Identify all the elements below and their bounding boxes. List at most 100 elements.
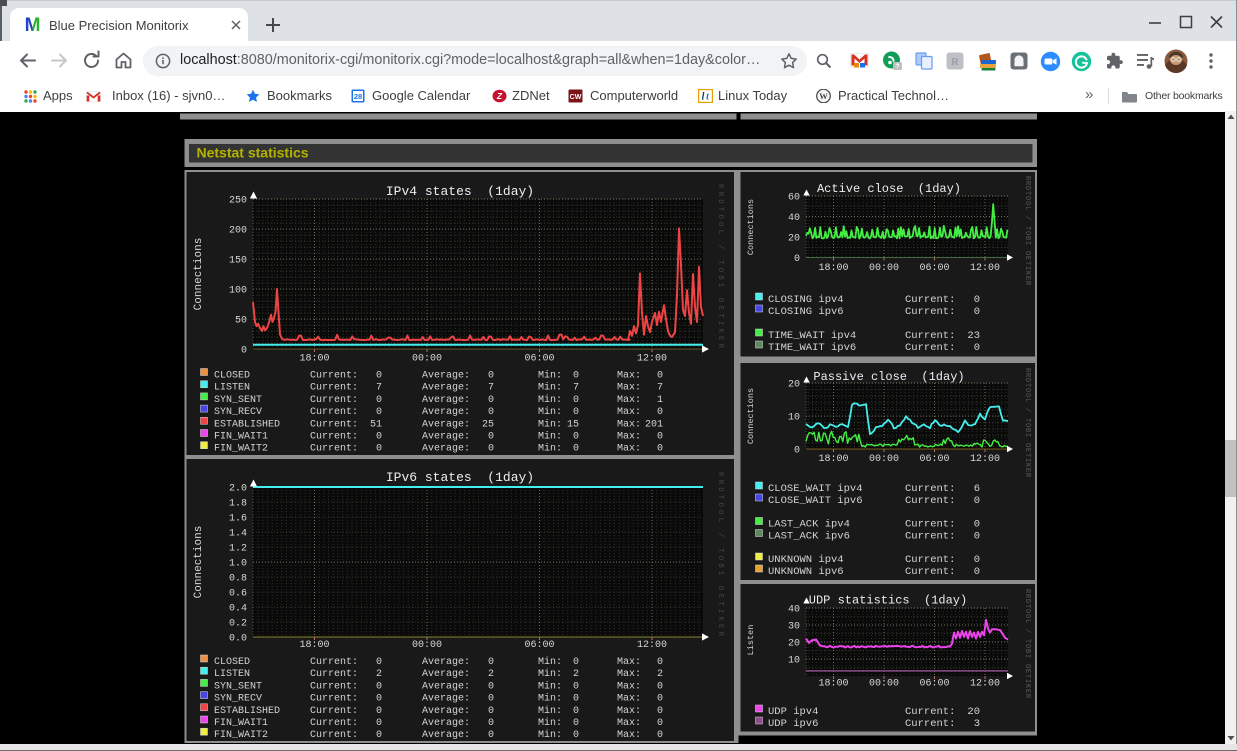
svg-text:1: 1 [657,395,663,406]
svg-text:Current:: Current: [905,554,955,566]
svg-text:LAST_ACK ipv4: LAST_ACK ipv4 [768,519,850,531]
svg-text:Max:: Max: [617,730,641,741]
svg-text:0: 0 [573,371,579,382]
svg-text:Connections: Connections [746,199,756,255]
svg-text:40: 40 [788,605,800,616]
svg-text:Current:: Current: [905,342,955,354]
svg-text:Max:: Max: [617,395,641,406]
svg-text:12:00: 12:00 [970,679,1000,690]
svg-text:0.4: 0.4 [229,604,247,615]
svg-text:0: 0 [657,730,663,741]
svg-text:Min:: Min: [538,705,562,717]
svg-text:0: 0 [376,371,382,382]
svg-text:Min:: Min: [538,431,562,443]
svg-text:Average:: Average: [422,657,470,668]
svg-text:1.4: 1.4 [229,529,247,540]
svg-text:30: 30 [788,622,800,633]
svg-text:RRDTOOL / TOBI OETIKER: RRDTOOL / TOBI OETIKER [716,472,724,639]
svg-text:20: 20 [788,380,800,391]
svg-text:Average:: Average: [422,730,470,741]
svg-text:LISTEN: LISTEN [214,669,250,680]
svg-text:0: 0 [974,342,980,354]
svg-text:FIN_WAIT1: FIN_WAIT1 [214,432,268,443]
svg-text:0: 0 [657,432,663,443]
svg-text:l: l [702,92,705,103]
svg-text:Min:: Min: [538,717,562,729]
svg-text:Current:: Current: [310,694,358,705]
svg-text:Max:: Max: [617,419,641,430]
svg-text:SYN_SENT: SYN_SENT [214,395,262,406]
svg-text:W: W [819,91,828,101]
svg-text:100: 100 [229,286,247,297]
svg-text:0: 0 [488,395,494,406]
svg-text:0: 0 [376,681,382,692]
svg-text:Min:: Min: [538,406,562,418]
svg-text:Current:: Current: [310,371,358,382]
svg-text:CW: CW [570,94,582,101]
svg-text:Connections: Connections [193,238,205,311]
svg-text:Current:: Current: [905,531,955,543]
svg-text:SYN_RECV: SYN_RECV [214,407,262,418]
svg-text:0: 0 [974,519,980,531]
svg-text:50: 50 [235,316,247,327]
svg-text:CLOSE_WAIT ipv4: CLOSE_WAIT ipv4 [768,483,863,495]
svg-text:0: 0 [241,346,247,357]
svg-text:2.0: 2.0 [229,484,247,495]
svg-text:Max:: Max: [617,371,641,382]
svg-text:RRDTOOL / TOBI OETIKER: RRDTOOL / TOBI OETIKER [1023,589,1031,699]
svg-text:06:00: 06:00 [919,454,949,465]
svg-text:20: 20 [967,706,980,718]
svg-text:0: 0 [657,444,663,455]
svg-text:Average:: Average: [422,432,470,443]
svg-text:Current:: Current: [310,432,358,443]
svg-text:UDP ipv6: UDP ipv6 [768,718,818,730]
svg-text:00:00: 00:00 [869,454,899,465]
svg-text:06:00: 06:00 [919,263,949,274]
svg-text:0: 0 [488,371,494,382]
svg-text:Max:: Max: [617,718,641,729]
svg-text:12:00: 12:00 [970,454,1000,465]
svg-text:LISTEN: LISTEN [214,383,250,394]
svg-text:Average:: Average: [422,395,470,406]
svg-text:Average:: Average: [422,706,470,717]
svg-text:1.0: 1.0 [229,559,247,570]
svg-text:15: 15 [567,419,579,430]
svg-text:23: 23 [967,330,980,342]
svg-text:Netstat statistics: Netstat statistics [197,145,309,161]
svg-text:0: 0 [573,706,579,717]
svg-text:0: 0 [573,718,579,729]
svg-text:0: 0 [488,694,494,705]
svg-text:Current:: Current: [905,519,955,531]
svg-text:1.8: 1.8 [229,499,247,510]
svg-text:ESTABLISHED: ESTABLISHED [214,419,280,430]
svg-text:1.6: 1.6 [229,514,247,525]
svg-text:TIME_WAIT ipv4: TIME_WAIT ipv4 [768,330,856,342]
svg-text:Active close (1day): Active close (1day) [817,182,961,196]
svg-text:Max:: Max: [617,694,641,705]
svg-text:2: 2 [573,669,579,680]
svg-text:Min:: Min: [538,693,562,705]
svg-text:60: 60 [788,193,800,204]
svg-text:Min:: Min: [538,382,562,394]
svg-text:Average:: Average: [422,371,470,382]
svg-text:0: 0 [376,706,382,717]
svg-text:0: 0 [573,730,579,741]
svg-text:Max:: Max: [617,669,641,680]
svg-text:0: 0 [573,432,579,443]
svg-text:18:00: 18:00 [818,454,848,465]
svg-text:Average:: Average: [422,718,470,729]
svg-text:Listen: Listen [746,625,756,656]
svg-text:Max:: Max: [617,444,641,455]
svg-text:Min:: Min: [538,394,562,406]
svg-text:Current:: Current: [905,306,955,318]
svg-text:R: R [951,56,960,68]
svg-text:UDP statistics (1day): UDP statistics (1day) [809,594,967,608]
svg-text:0: 0 [488,718,494,729]
svg-text:Current:: Current: [310,681,358,692]
svg-text:6: 6 [974,483,980,495]
svg-text:Min:: Min: [538,443,562,455]
svg-text:20: 20 [788,639,800,650]
svg-text:UNKNOWN ipv4: UNKNOWN ipv4 [768,554,844,566]
svg-text:0: 0 [974,294,980,306]
svg-text:Current:: Current: [310,730,358,741]
